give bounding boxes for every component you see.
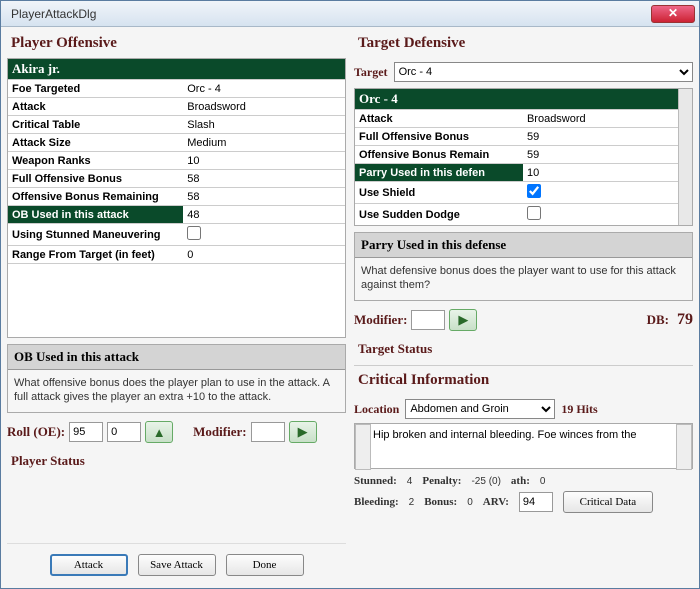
grid-row[interactable]: Attack SizeMedium: [8, 134, 345, 152]
location-select[interactable]: Abdomen and Groin: [405, 399, 555, 419]
done-button[interactable]: Done: [226, 554, 304, 576]
roll-input-1[interactable]: [69, 422, 103, 442]
target-label: Target: [354, 65, 388, 80]
defensive-help-body: What defensive bonus does the player wan…: [355, 258, 692, 300]
grid-row[interactable]: OB Used in this attack48: [8, 206, 345, 224]
roll-input-2[interactable]: [107, 422, 141, 442]
offensive-modifier-label: Modifier:: [193, 424, 246, 440]
offensive-help-body: What offensive bonus does the player pla…: [8, 370, 345, 412]
window-title: PlayerAttackDlg: [5, 7, 651, 21]
critical-title: Critical Information: [358, 372, 693, 389]
grid-row[interactable]: Use Shield: [355, 182, 678, 204]
defensive-help-title: Parry Used in this defense: [355, 233, 692, 258]
grid-checkbox[interactable]: [527, 184, 541, 198]
offensive-go-button[interactable]: ▶: [289, 421, 317, 443]
target-status-label: Target Status: [358, 341, 693, 357]
defensive-help: Parry Used in this defense What defensiv…: [354, 232, 693, 301]
critical-text[interactable]: Hip broken and internal bleeding. Foe wi…: [354, 423, 693, 469]
defensive-modifier-label: Modifier:: [354, 312, 407, 328]
grid-row[interactable]: Parry Used in this defen10: [355, 164, 678, 182]
roll-dice-button[interactable]: ▲: [145, 421, 173, 443]
location-label: Location: [354, 402, 399, 417]
close-button[interactable]: ✕: [651, 5, 695, 23]
player-attack-dialog: PlayerAttackDlg ✕ Player Offensive Akira…: [0, 0, 700, 589]
defensive-grid[interactable]: Orc - 4AttackBroadswordFull Offensive Bo…: [354, 88, 693, 226]
critical-data-button[interactable]: Critical Data: [563, 491, 653, 513]
roll-row: Roll (OE): ▲ Modifier: ▶: [7, 421, 346, 443]
offensive-panel: Player Offensive Akira jr.Foe TargetedOr…: [7, 33, 346, 582]
offensive-title: Player Offensive: [11, 35, 346, 52]
grid-row[interactable]: Critical TableSlash: [8, 116, 345, 134]
grid-row[interactable]: Using Stunned Maneuvering: [8, 224, 345, 246]
defensive-go-button[interactable]: ▶: [449, 309, 477, 331]
grid-row[interactable]: Foe TargetedOrc - 4: [8, 80, 345, 98]
button-bar: Attack Save Attack Done: [7, 543, 346, 582]
offensive-help: OB Used in this attack What offensive bo…: [7, 344, 346, 413]
attack-button[interactable]: Attack: [50, 554, 128, 576]
grid-row[interactable]: Weapon Ranks10: [8, 152, 345, 170]
grid-row[interactable]: Offensive Bonus Remain59: [355, 146, 678, 164]
save-attack-button[interactable]: Save Attack: [138, 554, 216, 576]
grid-row[interactable]: AttackBroadsword: [8, 98, 345, 116]
hits-label: 19 Hits: [561, 402, 597, 417]
db-label: DB:: [647, 312, 669, 328]
grid-header[interactable]: Akira jr.: [8, 59, 345, 80]
content: Player Offensive Akira jr.Foe TargetedOr…: [1, 27, 699, 588]
grid-header[interactable]: Orc - 4: [355, 89, 678, 110]
critical-stats: Stunned:4 Penalty:-25 (0) ath:0 Bleeding…: [354, 475, 693, 513]
defensive-modifier-input[interactable]: [411, 310, 445, 330]
grid-checkbox[interactable]: [527, 206, 541, 220]
offensive-grid[interactable]: Akira jr.Foe TargetedOrc - 4AttackBroads…: [7, 58, 346, 338]
grid-row[interactable]: AttackBroadsword: [355, 110, 678, 128]
titlebar[interactable]: PlayerAttackDlg ✕: [1, 1, 699, 27]
grid-row[interactable]: Offensive Bonus Remaining58: [8, 188, 345, 206]
defensive-title: Target Defensive: [358, 35, 693, 52]
defensive-modifier-row: Modifier: ▶ DB: 79: [354, 309, 693, 331]
grid-row[interactable]: Range From Target (in feet)0: [8, 246, 345, 264]
offensive-help-title: OB Used in this attack: [8, 345, 345, 370]
grid-checkbox[interactable]: [187, 226, 201, 240]
defensive-panel: Target Defensive Target Orc - 4 Orc - 4A…: [354, 33, 693, 582]
arv-input[interactable]: [519, 492, 553, 512]
grid-row[interactable]: Full Offensive Bonus59: [355, 128, 678, 146]
scrollbar[interactable]: [678, 89, 692, 225]
offensive-modifier-input[interactable]: [251, 422, 285, 442]
target-select[interactable]: Orc - 4: [394, 62, 693, 82]
db-value: 79: [677, 311, 693, 329]
grid-row[interactable]: Use Sudden Dodge: [355, 204, 678, 226]
player-status-label: Player Status: [11, 453, 346, 469]
grid-row[interactable]: Full Offensive Bonus58: [8, 170, 345, 188]
roll-label: Roll (OE):: [7, 424, 65, 440]
